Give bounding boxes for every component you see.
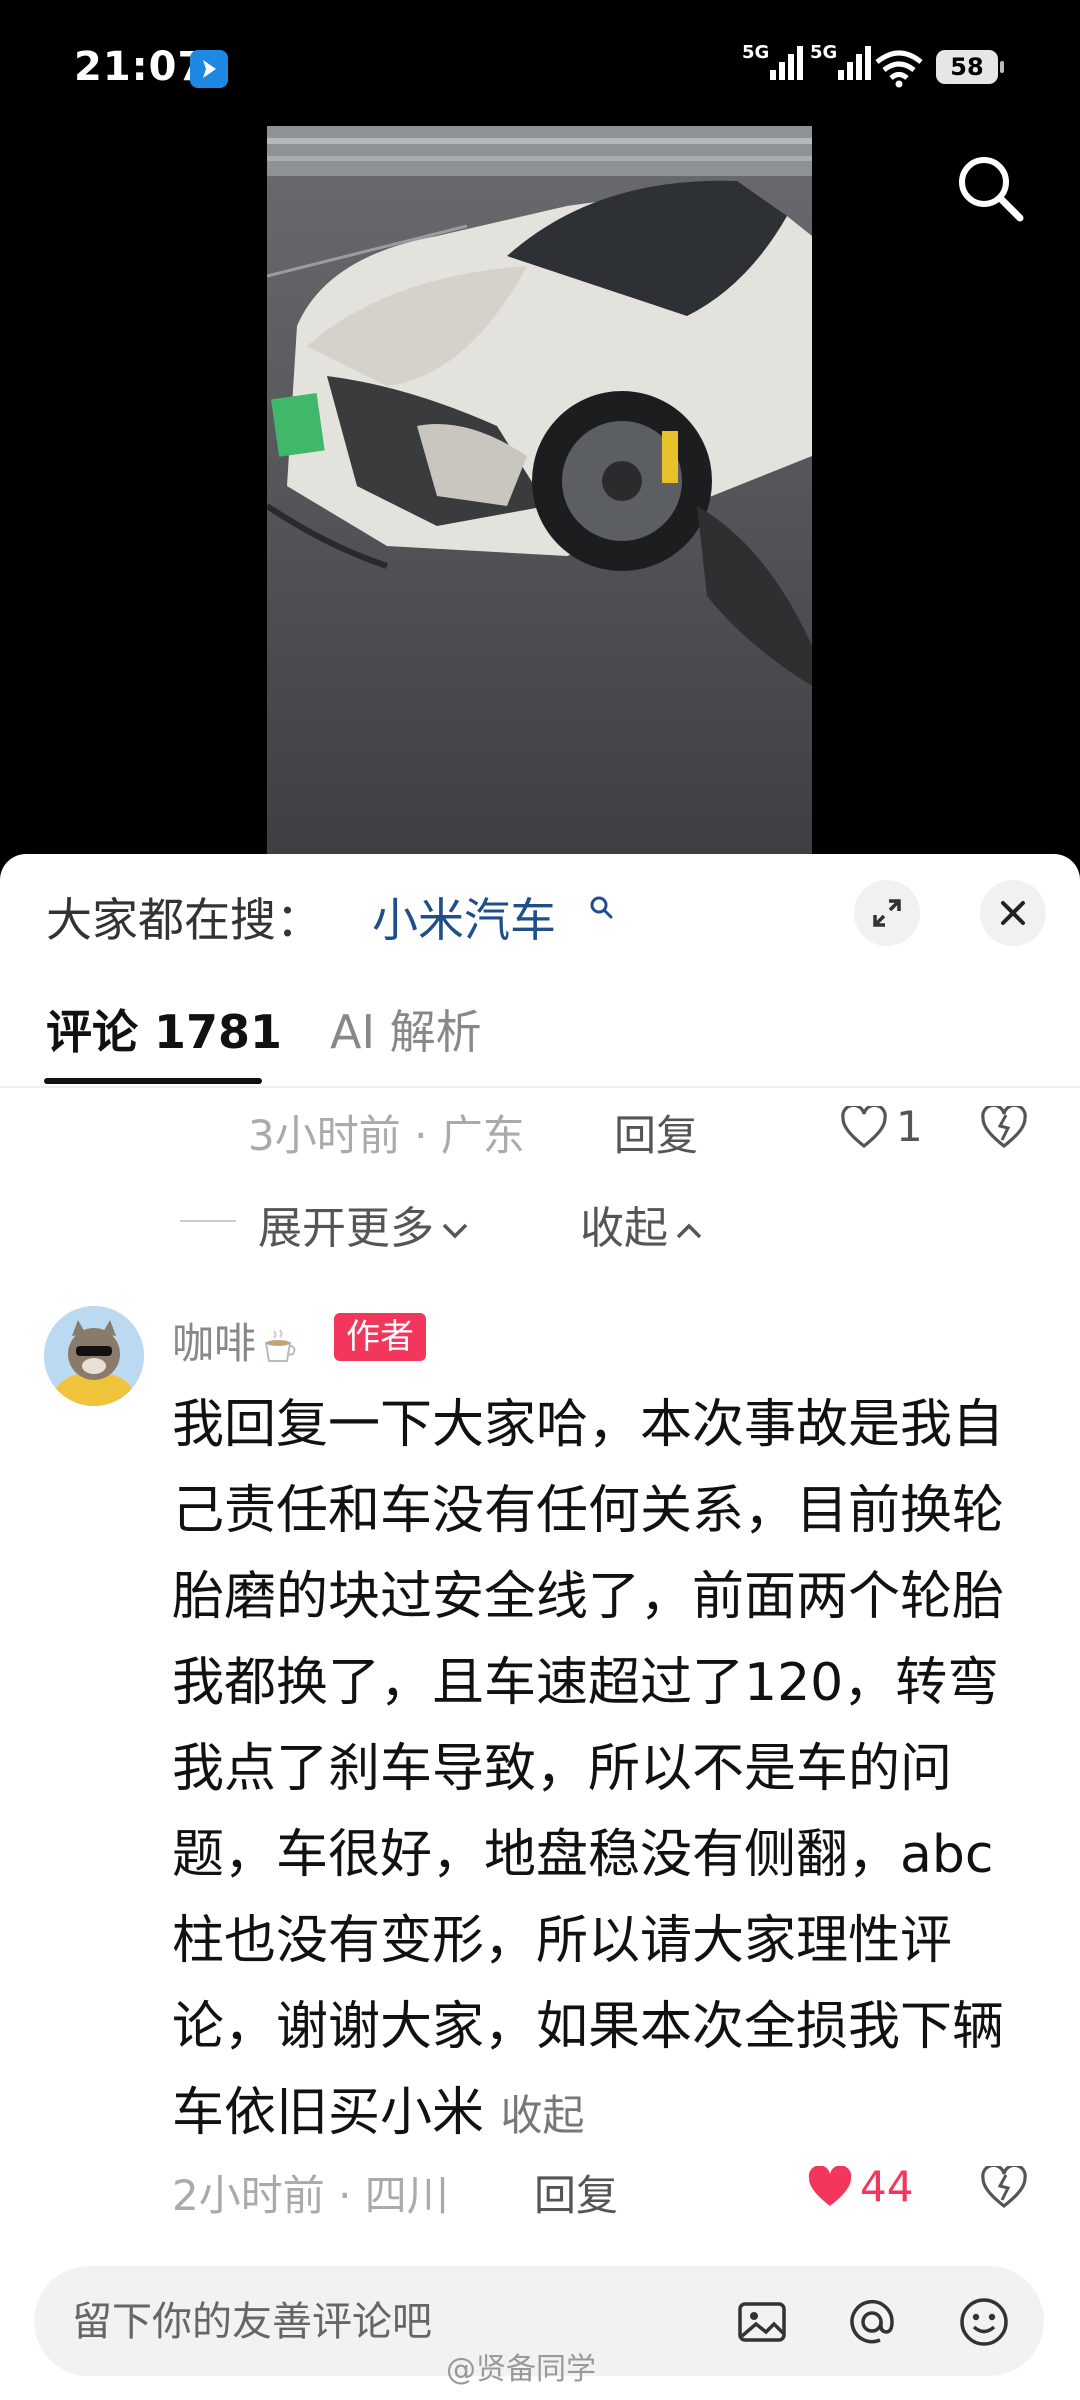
close-icon — [1001, 901, 1025, 925]
collapse-button[interactable]: 收起 — [580, 1192, 704, 1256]
tab-ai-analysis[interactable]: AI 解析 — [330, 996, 482, 1062]
collapse-comment-link[interactable]: 收起 — [501, 2091, 585, 2140]
tab-comments[interactable]: 评论 1781 — [46, 996, 282, 1062]
active-tab-indicator — [44, 1078, 262, 1084]
coffee-cup-icon — [264, 1328, 296, 1362]
car-crash-image — [267, 126, 812, 854]
image-icon[interactable] — [734, 2294, 790, 2350]
comment-time-location: 2小时前 · 四川 — [172, 2171, 449, 2220]
search-button[interactable] — [950, 148, 1030, 228]
author-badge: 作者 — [334, 1313, 426, 1361]
status-bar: 21:07 5G 5G 58 — [0, 0, 1080, 130]
comment-text-content: 我回复一下大家哈，本次事故是我自己责任和车没有任何关系，目前换轮胎磨的块过安全线… — [172, 1395, 1005, 2143]
comment-sheet: 大家都在搜： 小米汽车 评论 1781 AI 解析 3小时前 · 广东 回复 1… — [0, 854, 1080, 2400]
dislike-icon[interactable] — [980, 2166, 1028, 2210]
heart-outline-icon[interactable] — [840, 1106, 888, 1150]
reply-button[interactable]: 回复 — [614, 1102, 698, 1163]
heart-filled-icon[interactable] — [806, 2166, 854, 2210]
reply-time-location: 3小时前 · 广东 — [248, 1111, 525, 1160]
search-icon — [590, 896, 613, 919]
expand-more-button[interactable]: 展开更多 — [258, 1192, 470, 1256]
tabs-divider — [0, 1086, 1080, 1088]
emoji-icon[interactable] — [956, 2294, 1012, 2350]
post-photo[interactable] — [267, 126, 812, 854]
chevron-down-icon — [442, 1223, 468, 1239]
close-sheet-button[interactable] — [980, 880, 1046, 946]
dislike-icon[interactable] — [980, 1106, 1028, 1150]
wifi-icon — [875, 50, 923, 88]
search-icon — [959, 157, 1024, 222]
comment-text: 我回复一下大家哈，本次事故是我自己责任和车没有任何关系，目前换轮胎磨的块过安全线… — [172, 1382, 1042, 2159]
status-time: 21:07 — [74, 44, 207, 90]
comment-input[interactable] — [70, 2266, 724, 2378]
expand-sheet-button[interactable] — [854, 880, 920, 946]
watermark: @贤备同学 — [446, 2352, 596, 2387]
comment-username[interactable]: 咖啡 — [172, 1310, 300, 1371]
chevron-up-icon — [676, 1223, 702, 1239]
cat-avatar-image — [44, 1306, 144, 1406]
avatar[interactable] — [44, 1306, 144, 1406]
expand-icon — [873, 899, 901, 927]
mention-icon[interactable] — [844, 2294, 900, 2350]
hot-search-label: 大家都在搜： — [46, 893, 322, 947]
reply-like-count: 1 — [896, 1102, 923, 1151]
collapse-label: 收起 — [580, 1203, 668, 1254]
navigation-app-icon — [190, 50, 228, 88]
comment-reply-button[interactable]: 回复 — [534, 2162, 618, 2223]
thread-divider-line — [180, 1220, 236, 1222]
expand-more-label: 展开更多 — [258, 1203, 434, 1254]
hot-search-term-link[interactable]: 小米汽车 — [372, 884, 556, 950]
battery-indicator: 58 — [936, 50, 1004, 84]
comment-like-count: 44 — [860, 2162, 914, 2211]
